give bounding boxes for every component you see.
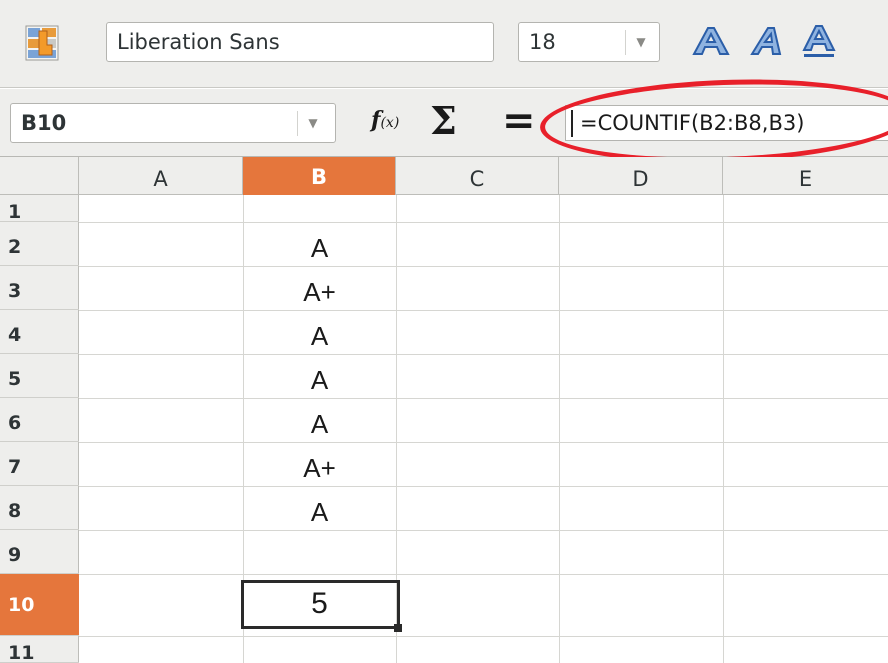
row-header-3[interactable]: 3 xyxy=(0,266,79,310)
font-size-value: 18 xyxy=(529,30,556,54)
row-header-8[interactable]: 8 xyxy=(0,486,79,530)
row-header-1[interactable]: 1 xyxy=(0,195,79,223)
chevron-down-icon[interactable]: ▼ xyxy=(303,104,323,142)
row-header-2[interactable]: 2 xyxy=(0,222,79,266)
cell-b2[interactable]: A xyxy=(243,222,396,266)
cell-b7[interactable]: A+ xyxy=(243,442,396,486)
gridline xyxy=(79,636,888,637)
font-name-box[interactable]: Liberation Sans ▼ xyxy=(106,22,574,62)
gridline xyxy=(79,530,888,531)
formula-text: =COUNTIF(B2:B8,B3) xyxy=(580,111,805,135)
row-header-11[interactable]: 11 xyxy=(0,636,79,663)
cell-grid[interactable]: A A+ A A A A+ A 5 xyxy=(79,195,888,663)
gridline xyxy=(79,222,888,223)
name-box-value: B10 xyxy=(21,111,67,135)
text-caret xyxy=(571,110,573,137)
row-header-10[interactable]: 10 xyxy=(0,574,79,636)
column-header-row: A B C D E xyxy=(0,157,888,195)
row-header-4[interactable]: 4 xyxy=(0,310,79,354)
name-box[interactable]: B10 ▼ xyxy=(10,103,336,143)
row-header-column: 1 2 3 4 5 6 7 8 9 10 11 xyxy=(0,195,79,663)
formula-bar: B10 ▼ f(x) Σ = =COUNTIF(B2:B8,B3) xyxy=(0,89,888,157)
gridline xyxy=(79,486,888,487)
fx-sub-label: (x) xyxy=(380,115,400,131)
cell-b6[interactable]: A xyxy=(243,398,396,442)
column-header-b[interactable]: B xyxy=(243,157,396,195)
select-all-corner[interactable] xyxy=(0,157,79,195)
gridline xyxy=(79,442,888,443)
sum-button[interactable]: Σ xyxy=(430,99,457,143)
cell-b3[interactable]: A+ xyxy=(243,266,396,310)
gridline xyxy=(79,574,888,575)
cell-b4[interactable]: A xyxy=(243,310,396,354)
shadow-font-icon[interactable] xyxy=(744,24,786,60)
column-header-e[interactable]: E xyxy=(723,157,888,195)
gridline xyxy=(79,398,888,399)
row-header-5[interactable]: 5 xyxy=(0,354,79,398)
gridline xyxy=(79,354,888,355)
formula-button[interactable]: = xyxy=(502,99,536,143)
column-header-a[interactable]: A xyxy=(79,157,243,195)
gridline xyxy=(79,266,888,267)
fill-handle[interactable] xyxy=(394,624,402,632)
formula-input[interactable]: =COUNTIF(B2:B8,B3) xyxy=(565,105,888,141)
underline-font-icon[interactable] xyxy=(798,24,840,60)
gridline xyxy=(79,310,888,311)
column-header-d[interactable]: D xyxy=(559,157,723,195)
function-wizard-button[interactable]: f(x) xyxy=(371,107,399,133)
row-header-9[interactable]: 9 xyxy=(0,530,79,574)
row-header-6[interactable]: 6 xyxy=(0,398,79,442)
clone-formatting-icon[interactable] xyxy=(25,25,59,61)
row-header-7[interactable]: 7 xyxy=(0,442,79,486)
active-cell-cursor xyxy=(241,580,400,629)
font-name-value: Liberation Sans xyxy=(117,30,280,54)
cell-b5[interactable]: A xyxy=(243,354,396,398)
combo-separator xyxy=(625,30,626,55)
formatting-toolbar: Liberation Sans ▼ 18 ▼ xyxy=(0,0,888,88)
column-header-c[interactable]: C xyxy=(396,157,559,195)
cell-b8[interactable]: A xyxy=(243,486,396,530)
outline-font-icon[interactable] xyxy=(690,24,732,60)
combo-separator xyxy=(297,111,298,136)
font-size-box[interactable]: 18 ▼ xyxy=(518,22,660,62)
chevron-down-icon[interactable]: ▼ xyxy=(631,23,651,61)
